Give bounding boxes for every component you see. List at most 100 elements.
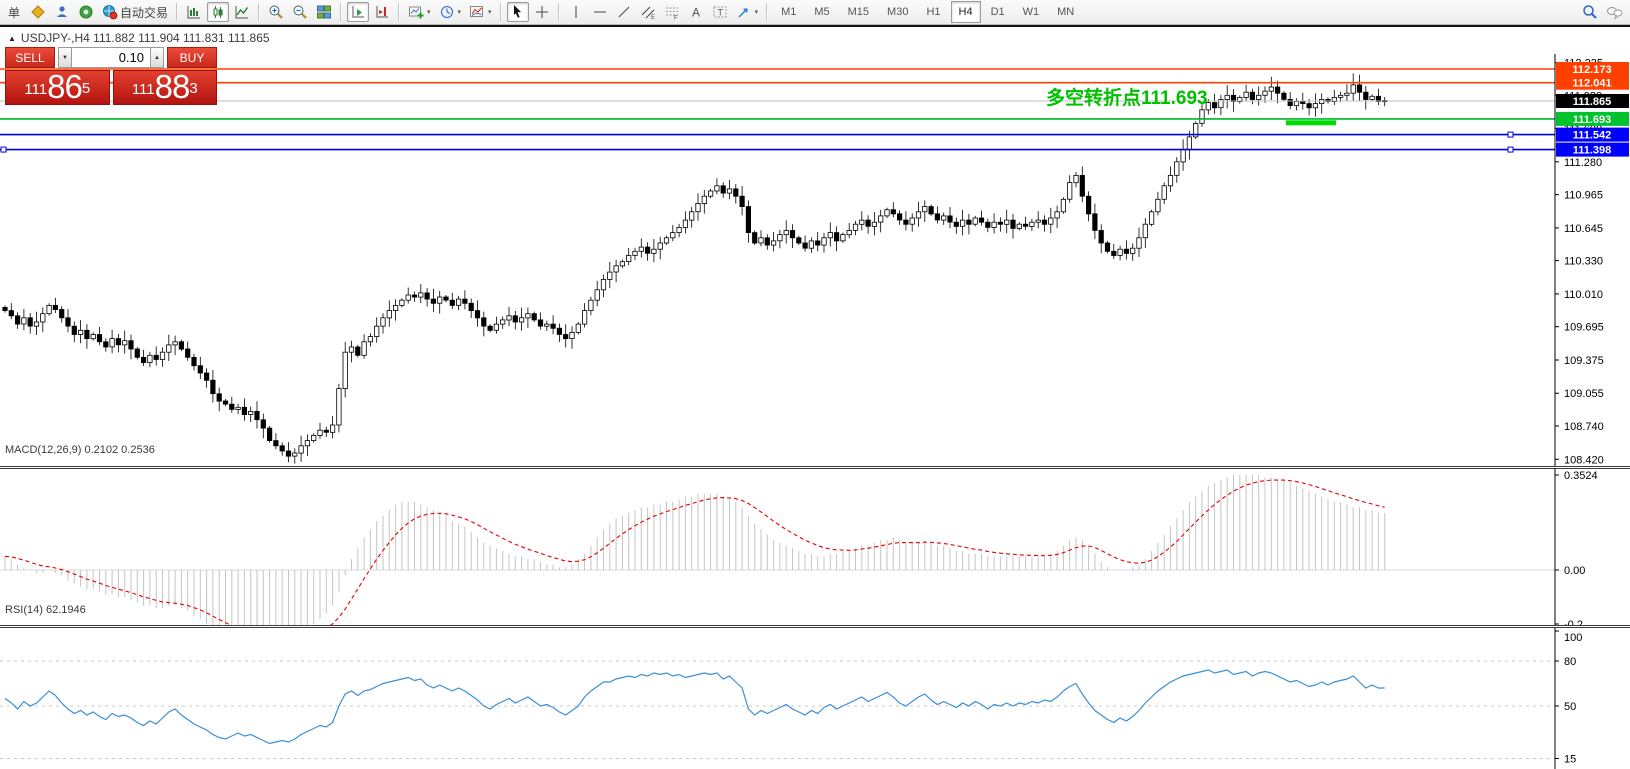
svg-text:15: 15 — [1564, 754, 1576, 766]
buy-price-pip: 3 — [189, 71, 197, 107]
zoom-in-icon — [268, 4, 284, 20]
line-handle[interactable] — [1508, 147, 1513, 152]
volume-increase-button[interactable]: ▲ — [150, 47, 164, 68]
pivot-annotation-text[interactable]: 多空转折点111.693 — [1046, 83, 1208, 110]
timeframe-button-m1[interactable]: M1 — [773, 1, 804, 23]
collapse-ohlc-icon[interactable]: ▲ — [8, 34, 16, 43]
line-chart-button[interactable] — [231, 2, 253, 22]
periods-button[interactable]: ▾ — [436, 2, 465, 22]
line-handle[interactable] — [1508, 132, 1513, 137]
svg-text:110.330: 110.330 — [1564, 256, 1603, 268]
macd-canvas[interactable]: 0.35240.00-0.2 — [0, 468, 1630, 626]
main-chart-pane[interactable]: 112.235111.920111.600111.280110.965110.6… — [0, 54, 1630, 466]
sell-price-big: 86 — [47, 72, 82, 102]
navigator-icon — [78, 4, 94, 20]
svg-text:111.693: 111.693 — [1573, 114, 1612, 126]
vertical-line-icon — [568, 4, 584, 20]
trendline-button[interactable] — [613, 2, 635, 22]
timeframe-button-w1[interactable]: W1 — [1015, 1, 1048, 23]
svg-text:111.542: 111.542 — [1573, 130, 1612, 142]
main-chart-canvas[interactable]: 112.235111.920111.600111.280110.965110.6… — [0, 54, 1630, 466]
macd-label: MACD(12,26,9) 0.2102 0.2536 — [5, 444, 155, 456]
svg-text:F: F — [674, 16, 678, 21]
chart-shift-button[interactable] — [371, 2, 393, 22]
svg-text:80: 80 — [1564, 656, 1576, 668]
timeframe-button-h4[interactable]: H4 — [951, 1, 981, 23]
svg-text:111.280: 111.280 — [1564, 157, 1602, 169]
timeframe-button-h1[interactable]: H1 — [918, 1, 948, 23]
zoom-in-button[interactable] — [265, 2, 287, 22]
bar-chart-button[interactable] — [183, 2, 205, 22]
dropdown-caret-icon: ▾ — [755, 8, 759, 16]
toolbar-separator — [500, 3, 502, 21]
candlestick-chart-icon — [210, 4, 226, 20]
svg-text:109.375: 109.375 — [1564, 355, 1604, 367]
timeframe-button-d1[interactable]: D1 — [983, 1, 1013, 23]
chart-title-text: USDJPY-,H4 111.882 111.904 111.831 111.8… — [21, 31, 270, 45]
zoom-out-button[interactable] — [289, 2, 311, 22]
rsi-canvas[interactable]: 100805015 — [0, 628, 1630, 769]
buy-button[interactable]: BUY — [167, 47, 217, 68]
one-click-trade-panel: SELL ▼ ▲ BUY 111865 111883 — [5, 47, 217, 105]
timeframe-button-m5[interactable]: M5 — [806, 1, 837, 23]
dropdown-caret-icon: ▾ — [458, 8, 462, 16]
arrow-object-icon — [736, 4, 752, 20]
new-order-button[interactable]: 单 — [3, 2, 25, 22]
autotrade-globe-icon — [102, 4, 118, 20]
timeframe-button-m30[interactable]: M30 — [879, 1, 916, 23]
buy-price-prefix: 111 — [132, 78, 155, 102]
price-badge-111.865: 111.865 — [1556, 94, 1629, 108]
charts-button[interactable] — [27, 2, 49, 22]
dropdown-caret-icon: ▾ — [427, 8, 431, 16]
arrows-button[interactable]: ▾ — [733, 2, 762, 22]
mt4-terminal: 单 自动交易 — [0, 0, 1630, 769]
volume-decrease-button[interactable]: ▼ — [58, 47, 72, 68]
cursor-icon — [510, 4, 526, 20]
timeframe-button-m15[interactable]: M15 — [840, 1, 877, 23]
volume-input[interactable] — [72, 47, 150, 68]
buy-price-button[interactable]: 111883 — [113, 70, 218, 105]
tile-windows-button[interactable] — [313, 2, 335, 22]
timeframe-button-mn[interactable]: MN — [1049, 1, 1082, 23]
search-button[interactable] — [1579, 2, 1601, 22]
text-button[interactable]: A — [685, 2, 707, 22]
toolbar-separator — [176, 3, 178, 21]
sell-button[interactable]: SELL — [5, 47, 55, 68]
svg-text:110.645: 110.645 — [1564, 223, 1603, 235]
autotrade-label: 自动交易 — [120, 4, 168, 21]
text-icon: A — [688, 4, 704, 20]
price-badge-111.398: 111.398 — [1556, 143, 1629, 157]
crosshair-button[interactable] — [531, 2, 553, 22]
rsi-pane[interactable]: 100805015 — [0, 628, 1630, 769]
svg-text:110.010: 110.010 — [1564, 289, 1603, 301]
line-handle[interactable] — [1, 147, 6, 152]
auto-scroll-icon — [350, 4, 366, 20]
toolbar-separator — [766, 3, 768, 21]
cursor-button[interactable] — [507, 2, 529, 22]
svg-text:110.965: 110.965 — [1564, 190, 1603, 202]
svg-text:112.041: 112.041 — [1572, 78, 1611, 90]
dropdown-caret-icon: ▾ — [488, 8, 492, 16]
market-watch-button[interactable] — [51, 2, 73, 22]
toolbar-separator — [340, 3, 342, 21]
horizontal-line-button[interactable] — [589, 2, 611, 22]
text-label-button[interactable]: T — [709, 2, 731, 22]
auto-scroll-button[interactable] — [347, 2, 369, 22]
channel-button[interactable]: E — [637, 2, 659, 22]
sell-price-button[interactable]: 111865 — [5, 70, 110, 105]
chat-button[interactable] — [1603, 2, 1627, 22]
macd-signal-line — [5, 480, 1385, 626]
navigator-button[interactable] — [75, 2, 97, 22]
candlestick-chart-button[interactable] — [207, 2, 229, 22]
buy-price-big: 88 — [155, 72, 190, 102]
equidistant-channel-icon: E — [640, 4, 656, 20]
tile-windows-icon — [316, 4, 332, 20]
indicators-button[interactable]: ▾ — [405, 2, 434, 22]
templates-button[interactable]: ▾ — [466, 2, 495, 22]
autotrade-button[interactable]: 自动交易 — [99, 2, 171, 22]
fibonacci-button[interactable]: F — [661, 2, 683, 22]
macd-pane[interactable]: 0.35240.00-0.2 — [0, 468, 1630, 626]
svg-text:0.00: 0.00 — [1564, 565, 1585, 577]
vertical-line-button[interactable] — [565, 2, 587, 22]
chat-icon — [1606, 4, 1624, 20]
